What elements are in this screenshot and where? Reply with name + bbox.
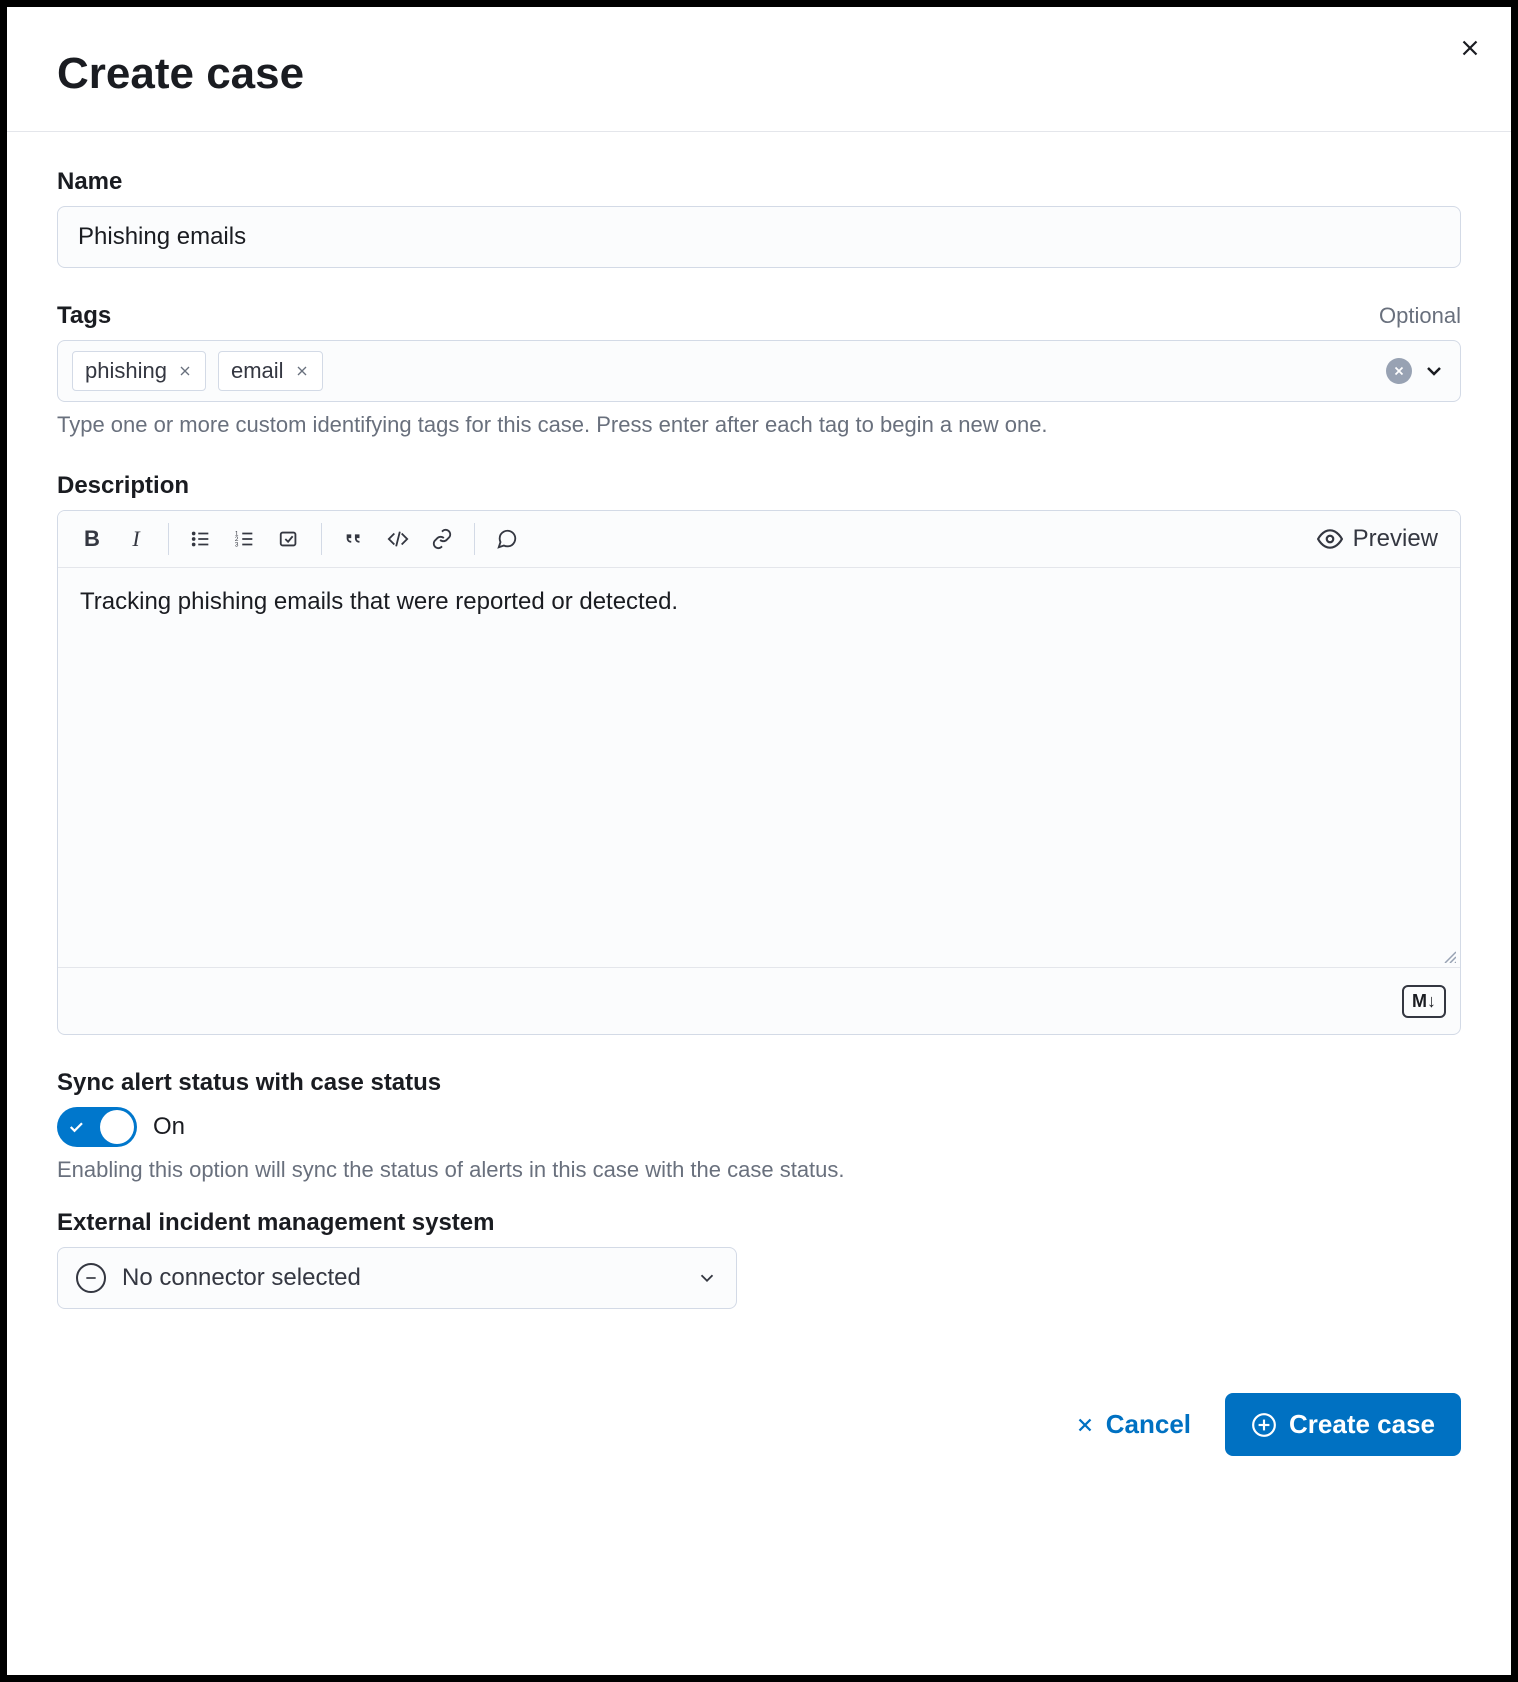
create-label: Create case [1289, 1409, 1435, 1440]
preview-label: Preview [1353, 525, 1438, 553]
tags-label: Tags [57, 302, 111, 330]
toolbar-separator [474, 523, 475, 555]
tags-field-row: Tags Optional phishing email [57, 302, 1461, 438]
close-icon[interactable] [1457, 35, 1483, 61]
toolbar-separator [321, 523, 322, 555]
minus-circle-icon [76, 1263, 106, 1293]
code-button[interactable] [378, 519, 418, 559]
remove-tag-icon[interactable] [177, 363, 193, 379]
switch-knob [100, 1110, 134, 1144]
dialog-header: Create case [7, 7, 1511, 132]
preview-button[interactable]: Preview [1309, 521, 1446, 557]
link-button[interactable] [422, 519, 462, 559]
sync-toggle[interactable] [57, 1107, 137, 1147]
remove-tag-icon[interactable] [294, 363, 310, 379]
check-icon [67, 1118, 85, 1136]
description-field-row: Description B I 123 [57, 472, 1461, 1035]
name-input[interactable] [57, 206, 1461, 268]
description-textarea[interactable]: Tracking phishing emails that were repor… [58, 568, 1460, 968]
name-label: Name [57, 168, 122, 196]
clear-tags-icon[interactable] [1386, 358, 1412, 384]
svg-text:3: 3 [235, 541, 239, 548]
sync-help-text: Enabling this option will sync the statu… [57, 1157, 1461, 1183]
bold-button[interactable]: B [72, 519, 112, 559]
resize-handle[interactable] [1442, 949, 1456, 963]
tags-help-text: Type one or more custom identifying tags… [57, 412, 1461, 438]
toolbar-separator [168, 523, 169, 555]
tags-optional: Optional [1379, 303, 1461, 329]
numbered-list-button[interactable]: 123 [225, 519, 265, 559]
tag-label: email [231, 358, 284, 384]
connector-field-row: External incident management system No c… [57, 1209, 1461, 1309]
chevron-down-icon[interactable] [1422, 359, 1446, 383]
editor-toolbar: B I 123 [58, 511, 1460, 568]
tags-input[interactable]: phishing email [57, 340, 1461, 402]
checklist-button[interactable] [269, 519, 309, 559]
sync-field-row: Sync alert status with case status On En… [57, 1069, 1461, 1183]
markdown-icon[interactable]: M↓ [1402, 985, 1446, 1018]
tag-item: phishing [72, 351, 206, 391]
dialog-actions: Cancel Create case [7, 1363, 1511, 1496]
dialog-title: Create case [57, 49, 1461, 99]
tag-item: email [218, 351, 323, 391]
cancel-button[interactable]: Cancel [1060, 1399, 1205, 1450]
create-case-button[interactable]: Create case [1225, 1393, 1461, 1456]
description-text: Tracking phishing emails that were repor… [80, 588, 678, 615]
description-label: Description [57, 472, 189, 500]
bullet-list-button[interactable] [181, 519, 221, 559]
editor-footer: M↓ [58, 968, 1460, 1034]
connector-label: External incident management system [57, 1209, 1461, 1237]
tag-label: phishing [85, 358, 167, 384]
quote-button[interactable] [334, 519, 374, 559]
name-field-row: Name [57, 168, 1461, 268]
cancel-label: Cancel [1106, 1409, 1191, 1440]
connector-value: No connector selected [122, 1264, 680, 1292]
connector-select[interactable]: No connector selected [57, 1247, 737, 1309]
description-editor: B I 123 [57, 510, 1461, 1035]
chevron-down-icon [696, 1267, 718, 1289]
comment-button[interactable] [487, 519, 527, 559]
sync-state: On [153, 1113, 185, 1141]
sync-label: Sync alert status with case status [57, 1069, 1461, 1097]
italic-button[interactable]: I [116, 519, 156, 559]
